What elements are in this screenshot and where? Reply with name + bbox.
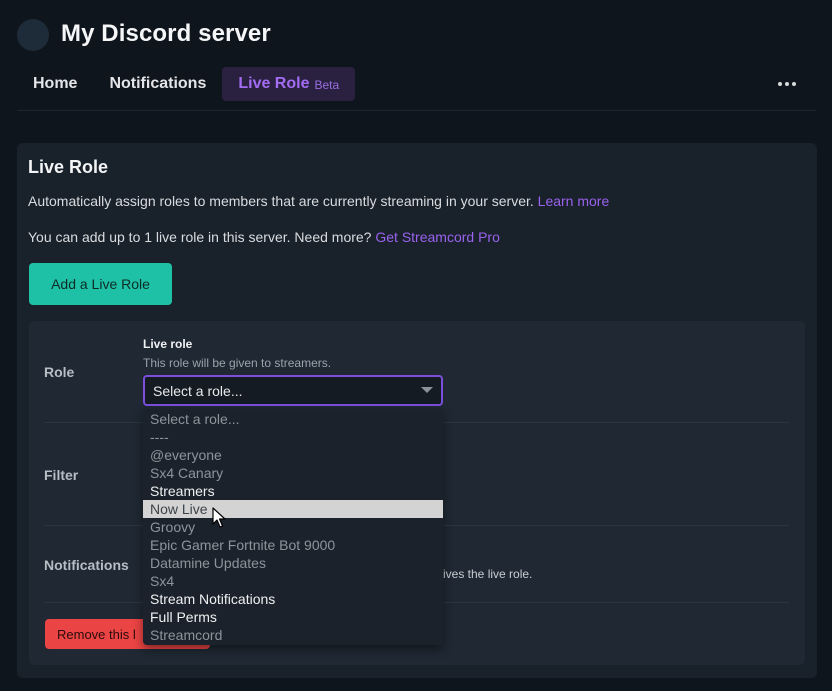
dropdown-option[interactable]: Sx4: [143, 572, 443, 590]
header: My Discord server Home Notifications Liv…: [0, 0, 832, 112]
learn-more-link[interactable]: Learn more: [538, 193, 610, 209]
dropdown-option[interactable]: Sx4 Canary: [143, 464, 443, 482]
tab-live-role-label: Live Role: [238, 75, 310, 92]
beta-badge: Beta: [314, 78, 340, 92]
tab-notifications-label: Notifications: [109, 75, 207, 92]
description-text-1: Automatically assign roles to members th…: [28, 193, 534, 209]
tab-home-label: Home: [33, 75, 78, 92]
dropdown-option[interactable]: Stream Notifications: [143, 590, 443, 608]
filter-row-label: Filter: [44, 467, 79, 483]
add-live-role-button[interactable]: Add a Live Role: [29, 263, 172, 305]
dropdown-option[interactable]: Epic Gamer Fortnite Bot 9000: [143, 536, 443, 554]
dropdown-option[interactable]: ----: [143, 428, 443, 446]
server-title: My Discord server: [61, 20, 271, 47]
get-pro-link[interactable]: Get Streamcord Pro: [375, 229, 500, 245]
tab-home[interactable]: Home: [17, 67, 93, 101]
notifications-row-label: Notifications: [44, 557, 129, 573]
role-select[interactable]: Select a role...: [143, 375, 443, 406]
dropdown-option[interactable]: Full Perms: [143, 608, 443, 626]
server-icon[interactable]: [17, 19, 49, 51]
dropdown-option[interactable]: Select a role...: [143, 410, 443, 428]
dropdown-option[interactable]: Now Live: [143, 500, 443, 518]
description-line-2: You can add up to 1 live role in this se…: [28, 229, 500, 245]
description-line-1: Automatically assign roles to members th…: [28, 193, 609, 209]
dropdown-option[interactable]: Streamers: [143, 482, 443, 500]
dropdown-option[interactable]: Groovy: [143, 518, 443, 536]
chevron-down-icon: [421, 387, 433, 393]
header-divider: [17, 110, 816, 111]
role-select-value: Select a role...: [153, 382, 243, 399]
role-row-label: Role: [44, 364, 75, 380]
dropdown-option[interactable]: Datamine Updates: [143, 554, 443, 572]
role-dropdown-menu: Select a role... ---- @everyone Sx4 Cana…: [143, 409, 443, 645]
description-text-2: You can add up to 1 live role in this se…: [28, 229, 372, 245]
dropdown-option[interactable]: @everyone: [143, 446, 443, 464]
live-role-field-label: Live role: [143, 337, 193, 351]
live-role-field-help: This role will be given to streamers.: [143, 356, 332, 370]
tab-bar: Home Notifications Live Role Beta: [17, 67, 356, 101]
notifications-description: ives the live role.: [443, 567, 533, 581]
card-title: Live Role: [28, 157, 109, 177]
dropdown-option[interactable]: Streamcord: [143, 626, 443, 644]
tab-notifications[interactable]: Notifications: [93, 67, 222, 101]
more-options-icon[interactable]: [778, 78, 800, 90]
tab-live-role[interactable]: Live Role Beta: [222, 67, 356, 101]
